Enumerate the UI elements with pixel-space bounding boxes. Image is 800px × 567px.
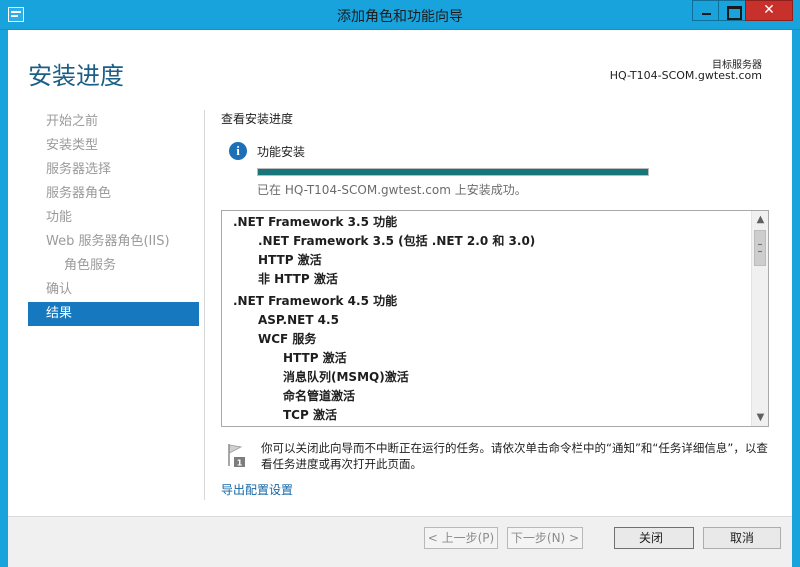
svg-text:1: 1 bbox=[237, 459, 243, 468]
list-item: 命名管道激活 bbox=[283, 389, 356, 403]
scroll-down-arrow-icon[interactable]: ▼ bbox=[752, 409, 768, 426]
list-item: HTTP 激活 bbox=[258, 253, 322, 267]
nav-item-features: 功能 bbox=[46, 210, 73, 225]
page-title: 安装进度 bbox=[28, 62, 124, 90]
section-title: 查看安装进度 bbox=[221, 112, 294, 126]
minimize-button[interactable] bbox=[692, 0, 719, 21]
results-list-box[interactable]: .NET Framework 3.5 功能 .NET Framework 3.5… bbox=[221, 210, 769, 427]
results-scrollbar[interactable]: ▲ ▼ bbox=[751, 211, 768, 426]
list-item: .NET Framework 3.5 (包括 .NET 2.0 和 3.0) bbox=[258, 234, 536, 248]
list-item: .NET Framework 4.5 功能 bbox=[233, 294, 398, 308]
list-item: ASP.NET 4.5 bbox=[258, 313, 339, 327]
window-frame-right bbox=[792, 30, 800, 567]
close-wizard-note: 你可以关闭此向导而不中断正在运行的任务。请依次单击命令栏中的“通知”和“任务详细… bbox=[261, 441, 768, 471]
wizard-nav: 开始之前 安装类型 服务器选择 服务器角色 功能 Web 服务器角色(IIS) … bbox=[28, 110, 199, 326]
maximize-button[interactable] bbox=[718, 0, 746, 21]
export-config-link[interactable]: 导出配置设置 bbox=[221, 481, 293, 498]
previous-button[interactable]: < 上一步(P) bbox=[424, 527, 498, 549]
list-item: TCP 激活 bbox=[283, 408, 337, 422]
nav-item-results[interactable]: 结果 bbox=[28, 302, 199, 326]
nav-item-before-you-begin: 开始之前 bbox=[46, 114, 99, 129]
nav-item-server-roles: 服务器角色 bbox=[46, 186, 112, 201]
list-item: 消息队列(MSMQ)激活 bbox=[283, 370, 409, 384]
next-button[interactable]: 下一步(N) > bbox=[507, 527, 583, 549]
nav-item-web-server-role: Web 服务器角色(IIS) bbox=[46, 234, 170, 249]
list-item: HTTP 激活 bbox=[283, 351, 347, 365]
close-button[interactable]: 关闭 bbox=[614, 527, 694, 549]
install-progress-bar bbox=[257, 168, 649, 176]
nav-item-role-services: 角色服务 bbox=[64, 258, 117, 273]
info-icon: i bbox=[229, 142, 247, 160]
list-item: WCF 服务 bbox=[258, 332, 317, 346]
list-item: .NET Framework 3.5 功能 bbox=[233, 215, 398, 229]
nav-item-installation-type: 安装类型 bbox=[46, 138, 99, 153]
nav-divider bbox=[204, 110, 205, 500]
list-item: 非 HTTP 激活 bbox=[258, 272, 338, 286]
close-window-button[interactable]: ✕ bbox=[745, 0, 793, 21]
target-server-name: HQ-T104-SCOM.gwtest.com bbox=[609, 69, 762, 82]
window-title: 添加角色和功能向导 bbox=[337, 9, 463, 25]
nav-item-server-selection: 服务器选择 bbox=[46, 162, 112, 177]
scroll-thumb[interactable] bbox=[754, 230, 766, 266]
nav-item-confirmation: 确认 bbox=[46, 282, 73, 297]
title-bar: 添加角色和功能向导 ✕ bbox=[0, 0, 800, 30]
install-success-message: 已在 HQ-T104-SCOM.gwtest.com 上安装成功。 bbox=[257, 183, 527, 197]
window-frame-left bbox=[0, 30, 8, 567]
cancel-button[interactable]: 取消 bbox=[703, 527, 781, 549]
scroll-up-arrow-icon[interactable]: ▲ bbox=[752, 211, 768, 228]
results-list: .NET Framework 3.5 功能 .NET Framework 3.5… bbox=[222, 213, 750, 425]
notification-flag-icon: 1 bbox=[228, 444, 245, 468]
install-status-label: 功能安装 bbox=[257, 145, 306, 159]
progress-fill bbox=[258, 169, 648, 175]
close-icon: ✕ bbox=[763, 2, 775, 18]
